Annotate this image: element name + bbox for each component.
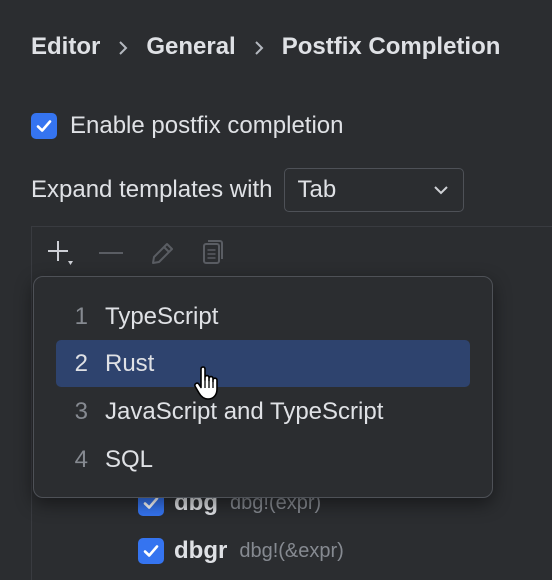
template-row-dbgr[interactable]: dbgr dbg!(&expr) [138,534,344,568]
copy-icon [203,240,223,264]
expand-templates-value: Tab [297,176,337,203]
breadcrumb-editor[interactable]: Editor [31,33,100,61]
popup-item-sql[interactable]: 4 SQL [56,436,470,483]
enable-postfix-checkbox-row[interactable]: Enable postfix completion [31,110,344,142]
chevron-right-icon [100,33,146,61]
remove-button[interactable] [93,235,129,271]
hand-cursor-icon [194,366,218,400]
popup-item-typescript[interactable]: 1 TypeScript [56,293,470,340]
checkmark-icon [143,545,159,557]
add-icon [48,241,73,265]
add-button[interactable] [42,235,78,271]
popup-item-number: 3 [74,397,88,425]
popup-item-number: 1 [74,302,88,330]
enable-postfix-checkbox[interactable] [31,113,57,139]
popup-item-number: 2 [74,349,88,377]
popup-item-label: Rust [105,349,155,377]
expand-templates-select[interactable]: Tab [284,168,465,212]
expand-templates-row: Expand templates with Tab [31,166,465,214]
breadcrumb-postfix-completion: Postfix Completion [281,33,501,60]
template-name: dbgr [174,537,228,564]
popup-item-number: 4 [74,445,88,473]
checkmark-icon [36,120,52,132]
expand-templates-label: Expand templates with [31,176,273,203]
template-checkbox[interactable] [138,538,164,564]
popup-item-rust[interactable]: 2 Rust [56,340,470,387]
chevron-right-icon [236,33,282,61]
popup-item-label: JavaScript and TypeScript [105,397,384,425]
popup-item-label: SQL [105,445,154,473]
template-hint: dbg!(&expr) [239,539,344,562]
popup-item-label: TypeScript [105,302,219,330]
chevron-down-icon [434,186,449,195]
breadcrumb: Editor General Postfix Completion [31,30,500,64]
templates-toolbar [42,235,246,271]
add-template-language-popup: 1 TypeScript 2 Rust 3 JavaScript and Typ… [33,276,493,498]
enable-postfix-label: Enable postfix completion [70,112,344,139]
settings-page: Editor General Postfix Completion Enable… [0,0,552,580]
copy-button[interactable] [195,235,231,271]
remove-icon [99,252,123,254]
edit-icon [152,243,173,264]
popup-item-javascript-and-typescript[interactable]: 3 JavaScript and TypeScript [56,388,470,435]
edit-button[interactable] [144,235,180,271]
breadcrumb-general[interactable]: General [146,33,235,61]
